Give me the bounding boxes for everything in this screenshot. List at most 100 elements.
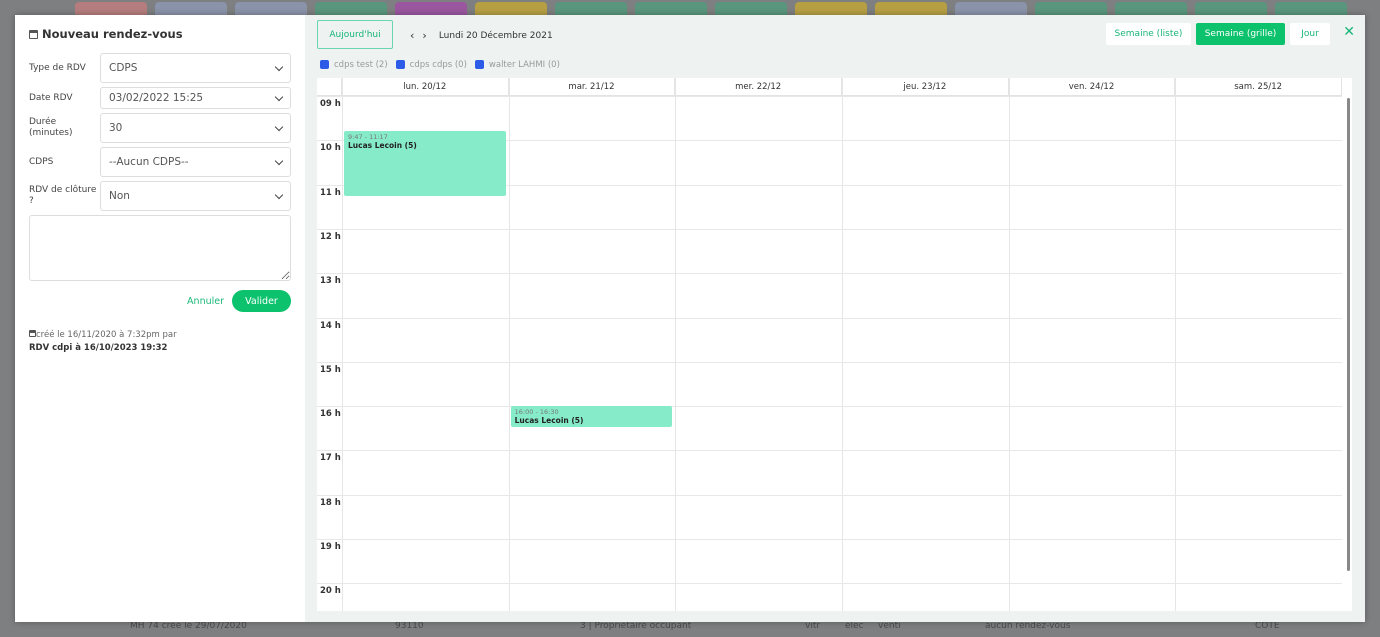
date-nav: ‹ › Lundi 20 Décembre 2021: [410, 29, 553, 42]
field-select[interactable]: 30: [100, 113, 291, 143]
tag-venti: venti: [878, 621, 901, 631]
today-button[interactable]: Aujourd'hui: [317, 20, 393, 49]
day-header: jeu. 23/12: [842, 78, 1009, 96]
field-select[interactable]: Non: [100, 181, 291, 211]
hour-label: 15 h: [320, 364, 341, 375]
filter-label: cdps cdps (0): [409, 60, 467, 70]
week-grid-button[interactable]: Semaine (grille): [1196, 23, 1285, 45]
calendar-icon: [29, 29, 38, 39]
rdv-text: aucun rendez-vous: [985, 621, 1071, 631]
submit-button[interactable]: Valider: [232, 290, 291, 312]
hour-label: 11 h: [320, 187, 341, 198]
field-value: CDPS: [109, 62, 138, 74]
calendar-filters: cdps test (2) cdps cdps (0) walter LAHMI (…: [320, 60, 560, 70]
filter-checkbox[interactable]: walter LAHMI (0): [474, 60, 560, 70]
field-value: 03/02/2022 15:25: [109, 92, 204, 104]
hour-line: [317, 406, 1342, 408]
filter-checkbox[interactable]: cdps cdps (0): [395, 60, 467, 70]
day-header: sam. 25/12: [1175, 78, 1342, 96]
calendar-event[interactable]: 9:47 - 11:17 Lucas Lecoin (5): [344, 130, 506, 197]
cote-text: COTE: [1255, 621, 1280, 631]
prev-icon[interactable]: ‹: [410, 29, 414, 42]
hour-line: [317, 96, 1342, 97]
appointment-form: Nouveau rendez-vous Type de RDV CDPS Date …: [15, 15, 305, 622]
form-row: Type de RDV CDPS: [29, 53, 291, 83]
hour-line: [317, 539, 1342, 540]
field-value: 30: [109, 122, 123, 134]
day-column-line: [675, 78, 677, 611]
hour-label: 16 h: [320, 409, 341, 420]
hour-label: 12 h: [320, 231, 341, 242]
form-title-text: Nouveau rendez-vous: [42, 27, 183, 41]
form-row: Durée (minutes) 30: [29, 113, 291, 143]
event-title: Lucas Lecoin (5): [514, 416, 584, 426]
notes-textarea[interactable]: [29, 215, 291, 281]
checkbox-icon[interactable]: [320, 60, 329, 69]
next-icon[interactable]: ›: [422, 29, 426, 42]
form-row: Date RDV 03/02/2022 15:25: [29, 87, 291, 109]
field-label: Type de RDV: [29, 62, 86, 73]
history: créé le 16/11/2020 à 7:32pm par RDV cdpi…: [29, 330, 291, 353]
gutter-header: [317, 78, 342, 96]
chevron-down-icon: [274, 92, 284, 101]
chevron-down-icon: [274, 156, 284, 165]
day-column-line: [342, 78, 343, 611]
hour-line: [317, 450, 1342, 452]
tag-vitr: vitr: [805, 621, 821, 631]
day-column-line: [508, 78, 510, 611]
tag-elec: élec: [845, 621, 864, 631]
event-title: Lucas Lecoin (5): [348, 140, 417, 150]
form-row: RDV de clôture ? Non: [29, 181, 291, 211]
last-rdv-text: RDV cdpi à 16/10/2023 19:32: [29, 343, 168, 353]
cancel-button[interactable]: Annuler: [187, 296, 224, 307]
calendar-icon: [29, 330, 36, 337]
scrollbar[interactable]: [1347, 98, 1350, 571]
calendar-event[interactable]: 16:00 - 16:30 Lucas Lecoin (5): [510, 406, 673, 428]
hour-label: 13 h: [320, 276, 341, 287]
week-grid: lun. 20/12 mar. 21/12 mer. 22/12 jeu. 23/12…: [317, 78, 1352, 611]
chevron-down-icon: [274, 122, 284, 131]
appointment-modal: Nouveau rendez-vous Type de RDV CDPS Date …: [15, 15, 1365, 622]
filter-checkbox[interactable]: cdps test (2): [320, 60, 388, 70]
hour-line: [317, 361, 1342, 363]
hour-label: 20 h: [320, 586, 341, 597]
field-label: Durée (minutes): [29, 117, 73, 138]
zip-text: 93110: [395, 621, 424, 631]
day-header: mer. 22/12: [675, 78, 842, 96]
field-label: RDV de clôture ?: [29, 185, 97, 206]
hour-line: [317, 228, 1342, 230]
day-column-line: [1175, 78, 1177, 611]
created-text: créé le 16/11/2020 à 7:32pm par: [36, 330, 177, 340]
occupant-text: 3 | Propriétaire occupant: [580, 621, 692, 631]
field-label: CDPS: [29, 156, 54, 167]
checkbox-icon[interactable]: [474, 60, 484, 69]
day-column-line: [842, 78, 843, 611]
hour-label: 09 h: [320, 99, 341, 109]
hour-label: 18 h: [320, 497, 341, 508]
chevron-down-icon: [274, 190, 284, 199]
field-select[interactable]: --Aucun CDPS--: [100, 147, 291, 177]
day-button[interactable]: Jour: [1290, 23, 1330, 45]
day-header: ven. 24/12: [1008, 78, 1176, 96]
week-list-button[interactable]: Semaine (liste): [1106, 23, 1191, 45]
field-label: Date RDV: [29, 92, 73, 103]
field-select[interactable]: 03/02/2022 15:25: [100, 87, 291, 109]
form-row: CDPS --Aucun CDPS--: [29, 147, 291, 177]
filter-label: walter LAHMI (0): [488, 60, 560, 70]
event-time: 9:47 - 11:17: [348, 132, 388, 141]
hour-line: [317, 273, 1342, 275]
current-date: Lundi 20 Décembre 2021: [438, 30, 553, 41]
close-icon[interactable]: ✕: [1343, 24, 1355, 40]
hour-line: [317, 583, 1342, 585]
hour-label: 19 h: [320, 542, 341, 552]
day-header: mar. 21/12: [508, 78, 676, 96]
hour-label: 14 h: [320, 320, 341, 331]
filter-label: cdps test (2): [334, 60, 388, 70]
day-column-line: [1008, 78, 1010, 611]
field-value: --Aucun CDPS--: [109, 156, 189, 168]
record-text: MH 74 créé le 29/07/2020: [130, 621, 247, 631]
hour-line: [317, 494, 1342, 496]
checkbox-icon[interactable]: [395, 60, 405, 69]
field-select[interactable]: CDPS: [100, 53, 291, 83]
hour-label: 17 h: [320, 453, 341, 464]
